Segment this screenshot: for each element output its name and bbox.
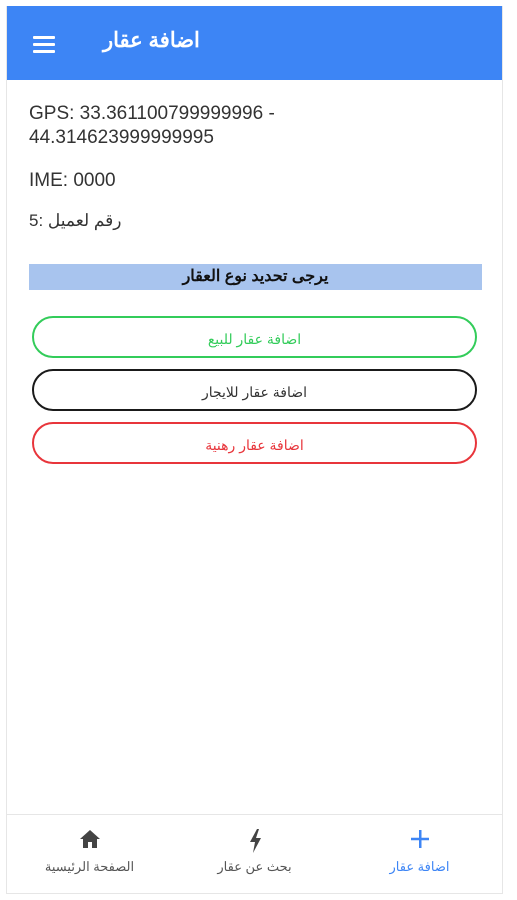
app-bar: اضافة عقار bbox=[7, 6, 502, 80]
add-property-rent-button[interactable]: اضافة عقار للايجار bbox=[32, 369, 477, 411]
hamburger-menu-icon[interactable] bbox=[33, 36, 55, 53]
home-icon bbox=[79, 829, 101, 854]
bolt-icon bbox=[248, 829, 262, 858]
add-property-mortgage-button[interactable]: اضافة عقار رهنية bbox=[32, 422, 477, 464]
nav-item-home[interactable]: الصفحة الرئيسية bbox=[7, 815, 172, 893]
ime-value: IME: 0000 bbox=[29, 170, 116, 191]
nav-label-home: الصفحة الرئيسية bbox=[44, 859, 135, 874]
gps-line-2: 44.314623999999995 bbox=[29, 127, 214, 148]
gps-line-1: GPS: 33.361100799999996 - bbox=[29, 103, 275, 124]
nav-label-add: اضافة عقار bbox=[389, 859, 450, 874]
app-frame: اضافة عقار GPS: 33.361100799999996 - 44.… bbox=[6, 6, 503, 894]
bottom-navigation: الصفحة الرئيسية بحث عن عقار اضافة عقار bbox=[7, 814, 502, 893]
page-title: اضافة عقار bbox=[103, 29, 200, 52]
property-type-prompt: يرجى تحديد نوع العقار bbox=[29, 264, 482, 290]
gps-coordinates: GPS: 33.361100799999996 - 44.31462399999… bbox=[29, 102, 484, 150]
nav-label-search: بحث عن عقار bbox=[217, 859, 292, 874]
plus-icon bbox=[410, 829, 430, 854]
nav-item-add[interactable]: اضافة عقار bbox=[337, 815, 502, 893]
nav-item-search[interactable]: بحث عن عقار bbox=[172, 815, 337, 893]
add-property-sale-button[interactable]: اضافة عقار للبيع bbox=[32, 316, 477, 358]
client-number: رقم لعميل :5 bbox=[29, 211, 122, 230]
info-panel: GPS: 33.361100799999996 - 44.31462399999… bbox=[29, 80, 484, 231]
